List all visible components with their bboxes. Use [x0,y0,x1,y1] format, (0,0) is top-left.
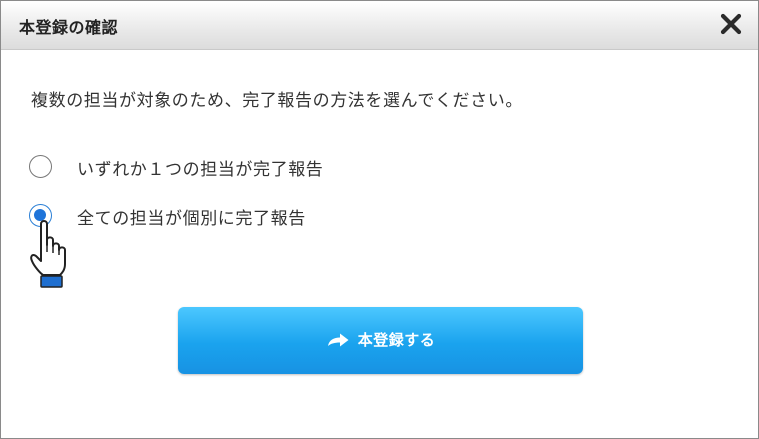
register-button-content: 本登録する [178,329,583,350]
close-button[interactable] [718,11,744,37]
confirm-dialog: 本登録の確認 複数の担当が対象のため、完了報告の方法を選んでください。 いずれか… [0,0,759,439]
dialog-message: 複数の担当が対象のため、完了報告の方法を選んでください。 [31,91,523,111]
option-all-individually-label: 全ての担当が個別に完了報告 [77,209,306,229]
dialog-title: 本登録の確認 [19,18,119,37]
register-button-label: 本登録する [357,331,436,349]
pointing-hand-icon [30,220,66,288]
register-button[interactable]: 本登録する [178,307,583,374]
option-any-one[interactable]: いずれか１つの担当が完了報告 [29,154,389,184]
option-all-individually[interactable]: 全ての担当が個別に完了報告 [29,203,369,233]
radio-any-one[interactable] [29,155,52,178]
option-any-one-label: いずれか１つの担当が完了報告 [77,160,324,180]
close-icon [720,13,742,35]
arrow-right-icon [327,333,349,347]
dialog-header: 本登録の確認 [1,1,758,50]
